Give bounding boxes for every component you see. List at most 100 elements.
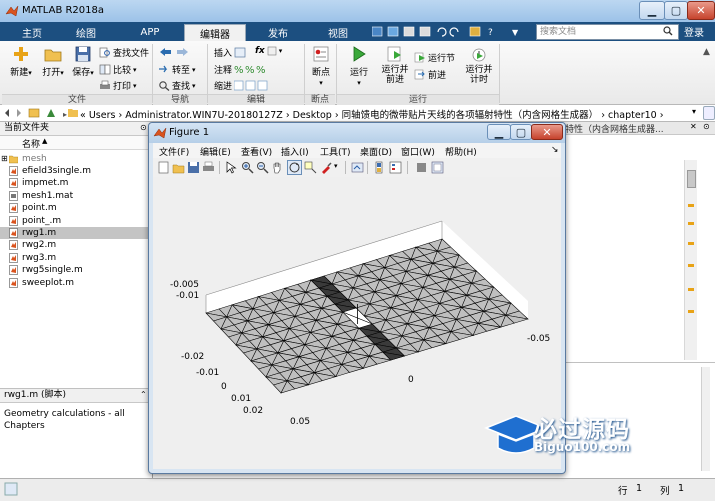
figure-title-bar[interactable]: Figure 1 ▁ ▢ ✕	[149, 123, 565, 143]
data-cursor-icon[interactable]	[304, 161, 317, 174]
address-dropdown-icon[interactable]: ▾	[692, 107, 696, 116]
file-row[interactable]: rwg5single.m	[0, 264, 152, 276]
address-bar[interactable]: ▸ « Users › Administrator.WIN7U-20180127…	[0, 105, 715, 122]
goto-arrow-icon	[159, 65, 168, 73]
menu-insert[interactable]: 插入(I)	[281, 145, 309, 158]
link-plot-icon[interactable]	[351, 161, 364, 174]
open-button[interactable]: 打开▾	[38, 45, 68, 78]
tab-apps[interactable]: APP	[128, 24, 172, 41]
figure-minimize-button[interactable]: ▁	[487, 124, 511, 140]
file-row[interactable]: rwg3.m	[0, 252, 152, 264]
menu-help[interactable]: 帮助(H)	[445, 145, 477, 158]
collapse-toolstrip-icon[interactable]: ▲	[703, 47, 710, 57]
editor-vertical-scrollbar[interactable]	[684, 160, 697, 360]
legend-icon[interactable]	[389, 161, 402, 174]
figure-close-button[interactable]: ✕	[531, 124, 563, 140]
brush-dropdown-icon[interactable]: ▾	[334, 162, 338, 170]
print-label: 打印	[113, 82, 132, 92]
file-row[interactable]: mesh1.mat	[0, 190, 152, 202]
file-name: mesh1.mat	[22, 190, 74, 201]
brush-icon[interactable]	[320, 161, 333, 174]
new-button[interactable]: 新建▾	[6, 45, 36, 78]
search-icon[interactable]	[663, 26, 673, 39]
colorbar-icon[interactable]	[373, 161, 386, 174]
breadcrumb-chapter10[interactable]: chapter10	[608, 110, 657, 121]
file-name: efield3single.m	[22, 166, 91, 176]
pan-hand-icon[interactable]	[271, 161, 284, 174]
file-row[interactable]: point.m	[0, 202, 152, 214]
tab-view[interactable]: 视图	[316, 24, 360, 41]
goto-button[interactable]: 转至 ▾	[158, 63, 196, 76]
printer-icon	[100, 80, 110, 89]
menu-view[interactable]: 查看(V)	[241, 145, 272, 158]
file-row[interactable]: rwg2.m	[0, 239, 152, 251]
rotate-3d-icon[interactable]	[287, 160, 302, 175]
maximize-button[interactable]: ▢	[664, 1, 688, 20]
run-section-icon	[414, 52, 425, 63]
file-row[interactable]: rwg1.m	[0, 227, 152, 239]
print-figure-icon[interactable]	[202, 161, 215, 174]
run-section-button[interactable]: 运行节	[414, 51, 455, 64]
tab-editor[interactable]: 编辑器	[184, 24, 246, 42]
print-button[interactable]: 打印 ▾	[99, 79, 137, 92]
menu-dock-icon[interactable]: ↘	[551, 145, 559, 155]
panel-menu-icon[interactable]: ⊙	[140, 123, 147, 132]
folder-row[interactable]: ⊞ mesh	[0, 153, 152, 165]
comment-button[interactable]: 注释 %%%	[214, 63, 268, 76]
new-figure-icon[interactable]	[157, 161, 170, 174]
zoom-out-icon[interactable]	[256, 161, 269, 174]
run-and-advance-button[interactable]: 运行并 前进	[378, 45, 412, 85]
save-figure-icon[interactable]	[187, 161, 200, 174]
file-row[interactable]: sweeplot.m	[0, 277, 152, 289]
file-row[interactable]: point_.m	[0, 215, 152, 227]
run-and-time-button[interactable]: 运行并 计时	[462, 45, 496, 85]
zoom-in-icon[interactable]	[241, 161, 254, 174]
z-tick-label: -0.005	[170, 280, 199, 290]
tab-publish[interactable]: 发布	[256, 24, 300, 41]
back-forward-icons[interactable]	[158, 46, 190, 58]
breadcrumb-users[interactable]: Users	[89, 110, 116, 121]
menu-desktop[interactable]: 桌面(D)	[360, 145, 392, 158]
figure-maximize-button[interactable]: ▢	[510, 124, 532, 140]
fx-button[interactable]: fx ▾	[255, 46, 282, 56]
run-button[interactable]: 运行 ▾	[343, 45, 375, 88]
address-browse-icon[interactable]	[703, 106, 715, 120]
open-file-icon[interactable]	[172, 161, 185, 174]
indent-button[interactable]: 缩进	[214, 79, 268, 92]
menu-tools[interactable]: 工具(T)	[320, 145, 351, 158]
advance-button[interactable]: 前进	[414, 68, 446, 81]
file-name: impmet.m	[22, 178, 69, 189]
breakpoints-button[interactable]: 断点 ▾	[306, 45, 336, 88]
compare-button[interactable]: 比较 ▾	[99, 63, 137, 76]
menu-file[interactable]: 文件(F)	[159, 145, 189, 158]
breadcrumb-project[interactable]: 同轴馈电的微带贴片天线的各项辐射特性（内含网格生成器）	[342, 110, 599, 121]
breadcrumb-desktop[interactable]: Desktop	[293, 110, 332, 121]
current-folder-panel: 当前文件夹 ⊙ 名称 ▲ ⊞ mesh efield3single.m impme…	[0, 122, 156, 478]
minimize-button[interactable]: ▁	[639, 1, 665, 20]
login-link[interactable]: 登录	[684, 24, 704, 39]
pointer-icon[interactable]	[224, 161, 237, 174]
insert-button[interactable]: 插入	[214, 46, 246, 59]
tab-home[interactable]: 主页	[10, 24, 54, 41]
save-button[interactable]: 保存▾	[68, 45, 98, 78]
show-plot-tools-icon[interactable]	[431, 161, 444, 174]
editor-menu-icon[interactable]: ⊙	[703, 122, 710, 131]
details-collapse-icon[interactable]: ⌃	[140, 390, 147, 399]
find-button[interactable]: 查找 ▾	[158, 79, 196, 92]
file-row[interactable]: efield3single.m	[0, 165, 152, 177]
menu-edit[interactable]: 编辑(E)	[200, 145, 231, 158]
menu-window[interactable]: 窗口(W)	[401, 145, 435, 158]
indent-label: 缩进	[214, 82, 233, 92]
column-header[interactable]: 名称 ▲	[0, 136, 152, 150]
breadcrumb-admin[interactable]: Administrator.WIN7U-20180127Z	[125, 110, 283, 121]
file-row[interactable]: impmet.m	[0, 177, 152, 189]
search-documentation-input[interactable]: 搜索文档	[536, 24, 679, 40]
expand-icon[interactable]: ⊞	[1, 153, 8, 165]
close-button[interactable]: ✕	[687, 1, 715, 20]
hide-plot-tools-icon[interactable]	[415, 161, 428, 174]
compare-label: 比较	[113, 66, 132, 76]
editor-close-icon[interactable]: ✕	[690, 122, 697, 131]
find-files-button[interactable]: 查找文件	[99, 46, 149, 59]
navigation-buttons[interactable]: ▸	[3, 107, 77, 119]
tab-plots[interactable]: 绘图	[64, 24, 108, 41]
